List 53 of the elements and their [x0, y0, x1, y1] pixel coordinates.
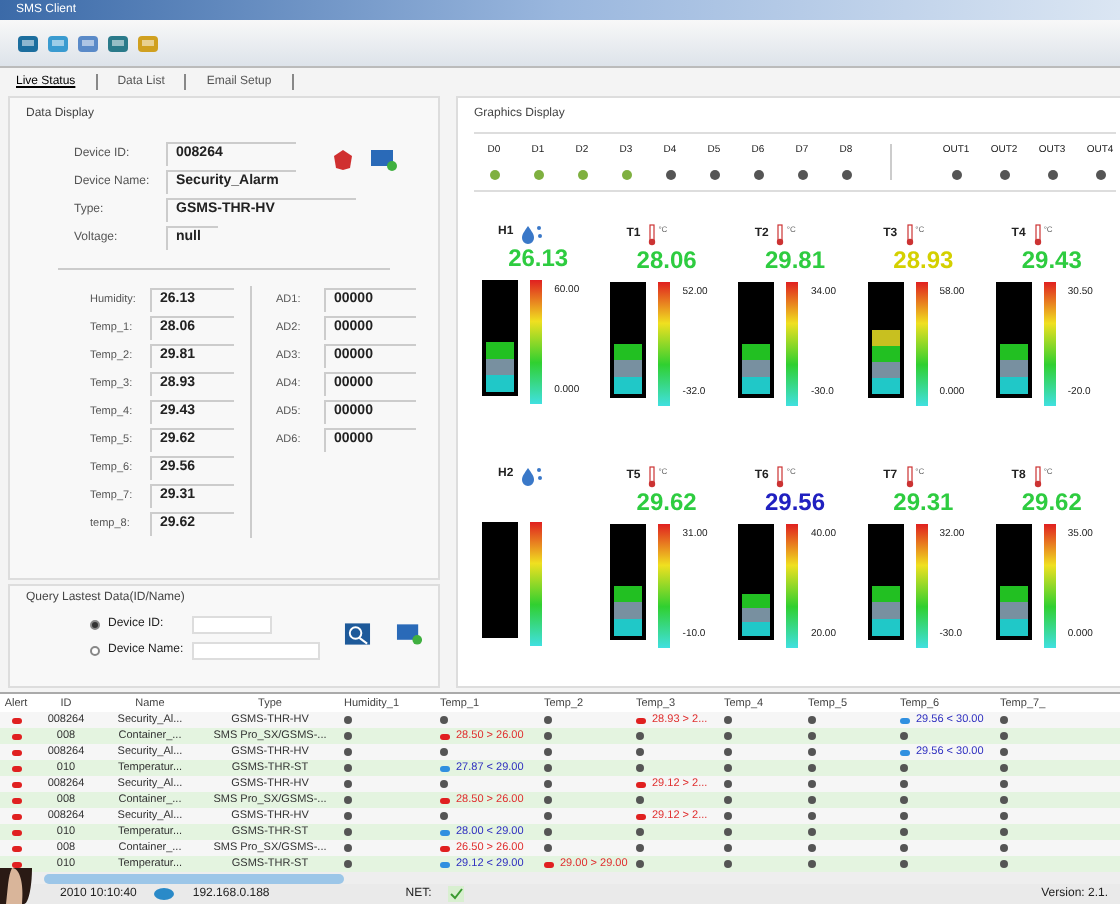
gauge-value: 29.56 — [764, 485, 825, 519]
thermometer-icon — [776, 223, 785, 245]
gauge-value: 28.06 — [636, 243, 697, 277]
scrollbar-thumb[interactable] — [44, 873, 344, 883]
water-drop-icon — [521, 223, 544, 243]
alarm-mark — [440, 765, 450, 771]
input-field[interactable] — [192, 616, 272, 634]
toolbar-icon[interactable] — [16, 31, 40, 55]
monitor-icon[interactable] — [395, 622, 422, 646]
gauge-value: 26.13 — [508, 241, 569, 275]
thermometer-icon — [905, 465, 914, 487]
toolbar-icon[interactable] — [106, 31, 130, 55]
search-icon[interactable] — [344, 622, 371, 646]
color-scale — [530, 279, 543, 403]
gauge-value: 29.31 — [893, 485, 954, 519]
alarm-mark — [900, 717, 910, 723]
gauge-value: 29.43 — [1021, 243, 1082, 277]
alarm-mark — [636, 717, 646, 723]
color-scale — [915, 523, 928, 647]
gauge-value: 29.81 — [764, 243, 825, 277]
color-scale — [530, 521, 543, 645]
color-scale — [786, 281, 799, 405]
color-scale — [786, 523, 799, 647]
alarm-icon[interactable] — [332, 148, 354, 172]
alarm-mark — [636, 781, 646, 787]
radio-button[interactable] — [90, 620, 100, 630]
network-icon — [152, 886, 177, 902]
alarm-mark — [636, 813, 646, 819]
water-drop-icon — [521, 465, 544, 485]
gauge-value: 29.62 — [636, 485, 697, 519]
gauge-value: 29.62 — [1021, 485, 1082, 519]
alarm-mark — [440, 797, 450, 803]
color-scale — [1043, 281, 1056, 405]
color-scale — [915, 281, 928, 405]
thermometer-icon — [648, 465, 657, 487]
toolbar-icon[interactable] — [76, 31, 100, 55]
gauge-value: 28.93 — [893, 243, 954, 277]
check-icon — [447, 886, 464, 902]
thermometer-icon — [1033, 465, 1042, 487]
toolbar-icon[interactable] — [46, 31, 70, 55]
thermometer-icon — [1033, 223, 1042, 245]
alarm-mark — [544, 861, 554, 867]
thermometer-icon — [648, 223, 657, 245]
monitor-icon[interactable] — [370, 148, 398, 172]
thermometer-icon — [905, 223, 914, 245]
alarm-mark — [440, 733, 450, 739]
alarm-mark — [900, 749, 910, 755]
thermometer-icon — [776, 465, 785, 487]
input-field[interactable] — [192, 642, 320, 660]
color-scale — [1043, 523, 1056, 647]
color-scale — [658, 281, 671, 405]
color-scale — [658, 523, 671, 647]
radio-button[interactable] — [90, 646, 100, 656]
